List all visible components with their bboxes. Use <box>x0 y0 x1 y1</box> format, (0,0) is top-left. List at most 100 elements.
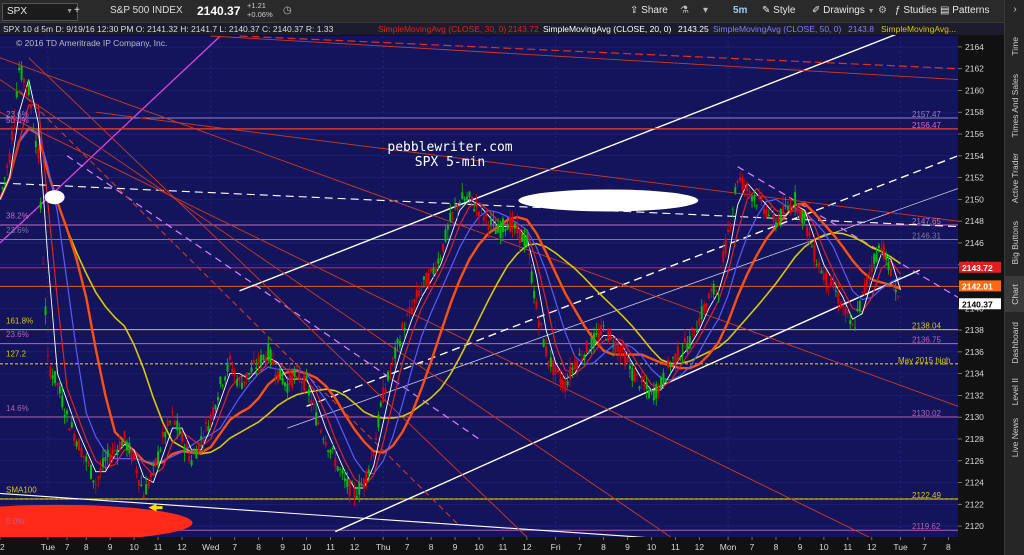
candle-body <box>640 376 643 382</box>
chevron-down-icon[interactable]: ▾ <box>703 3 708 19</box>
x-tick-label: 12 <box>0 542 5 552</box>
sidebar-close-icon[interactable]: › <box>1005 2 1024 16</box>
candle-body <box>468 191 471 197</box>
style-button[interactable]: ✎ Style <box>762 3 795 19</box>
candle-body <box>724 238 727 255</box>
candle-body <box>564 380 567 392</box>
tab-times-and-sales[interactable]: Times And Sales <box>1005 70 1024 142</box>
alert-icon[interactable]: ◷ <box>283 3 297 19</box>
sma30-value: 2143.72 <box>508 24 539 34</box>
candle-body <box>252 360 255 363</box>
candle-body <box>686 343 689 352</box>
x-tick-label: Fri <box>551 542 561 552</box>
fib-label: 14.6% <box>6 404 29 413</box>
candle-body <box>377 414 380 428</box>
candle-body <box>650 389 653 392</box>
candle-body <box>422 276 425 280</box>
candle-body <box>571 367 574 370</box>
candle-body <box>547 360 550 363</box>
tab-live-news[interactable]: Live News <box>1005 414 1024 462</box>
candle-body <box>341 470 344 474</box>
x-tick-label: 10 <box>647 542 657 552</box>
flask-icon[interactable]: ⚗ <box>680 3 689 19</box>
sma30-legend[interactable]: SimpleMovingAvg (CLOSE, 30, 0) <box>378 23 506 35</box>
candle-body <box>492 219 495 221</box>
candle-body <box>430 267 433 272</box>
candle-body <box>554 365 557 375</box>
tab-level-ii[interactable]: Level II <box>1005 374 1024 410</box>
candle-body <box>784 205 787 207</box>
tab-big-buttons[interactable]: Big Buttons <box>1005 214 1024 272</box>
drawings-button[interactable]: ✐ Drawings ▼ <box>812 3 875 19</box>
candle-body <box>497 224 500 233</box>
study-legend: SPX 10 d 5m D: 9/19/16 12:30 PM O: 2141.… <box>0 23 1004 35</box>
candle-body <box>346 478 349 488</box>
candle-body <box>739 177 742 181</box>
level-label: 2122.49 <box>912 491 941 500</box>
add-symbol-icon[interactable]: + <box>74 3 84 19</box>
candle-body <box>181 432 184 442</box>
candle-body <box>542 339 545 347</box>
candle-body <box>137 480 140 486</box>
candle-body <box>398 340 401 347</box>
candle-body <box>501 218 504 233</box>
candle-body <box>451 212 454 213</box>
candle-body <box>334 458 337 467</box>
chevron-down-icon[interactable]: ▼ <box>66 4 73 20</box>
x-tick-label: 9 <box>108 542 113 552</box>
level-label: 2146.31 <box>912 232 941 241</box>
candle-body <box>638 386 641 389</box>
timeframe-button[interactable]: 5m <box>733 3 747 19</box>
candle-body <box>250 367 253 373</box>
symbol-input[interactable]: SPX ▼ <box>2 3 78 21</box>
candle-body <box>413 299 416 303</box>
candle-body <box>315 412 318 426</box>
candle-body <box>856 308 859 311</box>
x-tick-label: 9 <box>280 542 285 552</box>
candle-body <box>880 248 883 251</box>
tab-active-trader[interactable]: Active Trader <box>1005 146 1024 210</box>
studies-button[interactable]: ƒ Studies <box>895 3 937 19</box>
candle-body <box>106 449 109 458</box>
candle-body <box>535 301 538 309</box>
thinkorswim-chart-window: SPX ▼ + S&P 500 INDEX 2140.37 +1.21 +0.0… <box>0 0 1024 555</box>
tab-time[interactable]: Time <box>1005 26 1024 66</box>
symbol-description: S&P 500 INDEX <box>110 5 183 16</box>
candle-body <box>894 289 897 293</box>
tab-dashboard[interactable]: Dashboard <box>1005 316 1024 370</box>
candle-body <box>327 450 330 452</box>
price-chart[interactable]: pebblewriter.comSPX 5-min 23.6% 50.0% 38.2%… <box>0 23 1004 555</box>
candle-body <box>386 371 389 381</box>
sma50-legend[interactable]: SimpleMovingAvg (CLOSE, 50, 0) <box>713 23 841 35</box>
share-button[interactable]: ⇪ Share <box>630 3 668 19</box>
candle-body <box>264 356 267 362</box>
candle-body <box>671 357 674 359</box>
candle-body <box>360 484 363 486</box>
candle-body <box>580 358 583 361</box>
candle-body <box>545 346 548 357</box>
candle-body <box>63 415 66 418</box>
candle-body <box>458 201 461 205</box>
sma-more-legend[interactable]: SimpleMovingAvg... <box>881 23 956 35</box>
candle-body <box>6 165 9 169</box>
candle-body <box>209 414 212 420</box>
candle-body <box>171 411 174 413</box>
right-sidebar: › Time Times And Sales Active Trader Big… <box>1004 0 1024 555</box>
candle-body <box>358 481 361 495</box>
candle-body <box>147 481 150 487</box>
y-tick-label: 2148 <box>965 216 984 226</box>
candle-body <box>798 208 801 219</box>
candle-body <box>116 449 119 455</box>
candle-body <box>406 314 409 316</box>
tab-chart-label: Chart <box>1010 283 1020 305</box>
candle-body <box>813 245 816 263</box>
candle-body <box>87 462 90 464</box>
patterns-button[interactable]: ▤ Patterns <box>940 3 989 19</box>
tab-chart[interactable]: Chart <box>1005 276 1024 312</box>
candle-body <box>164 432 167 438</box>
settings-icon[interactable]: ⚙ <box>878 3 887 19</box>
sma20-legend[interactable]: SimpleMovingAvg (CLOSE, 20, 0) <box>543 23 671 35</box>
candle-body <box>810 246 813 248</box>
candle-body <box>504 228 507 232</box>
candle-body <box>487 223 490 230</box>
